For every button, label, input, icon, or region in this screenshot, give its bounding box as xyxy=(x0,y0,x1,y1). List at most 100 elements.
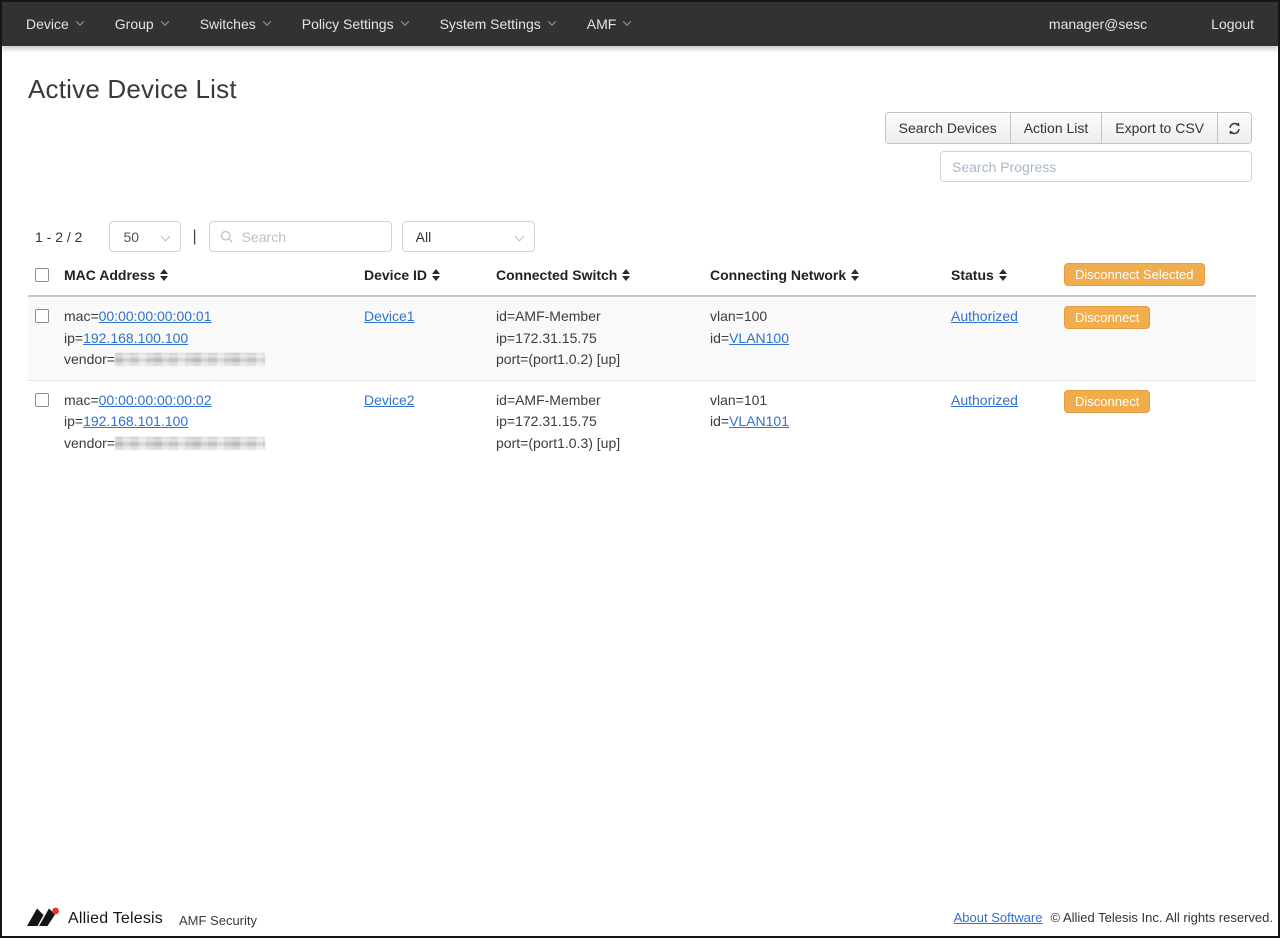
column-header-device-id[interactable]: Device ID xyxy=(364,258,496,296)
nav-item-group[interactable]: Group xyxy=(115,16,168,32)
nav-item-label: Group xyxy=(115,16,154,32)
sort-icon xyxy=(160,269,168,281)
logged-in-user: manager@sesc xyxy=(1049,16,1147,32)
chevron-down-icon xyxy=(76,17,84,25)
row-checkbox[interactable] xyxy=(35,309,49,323)
nav-item-system-settings[interactable]: System Settings xyxy=(440,16,555,32)
brand-name: Allied Telesis xyxy=(68,910,163,928)
mac-label: mac= xyxy=(64,392,99,408)
vendor-value-redacted xyxy=(115,353,265,366)
page-size-value: 50 xyxy=(123,229,139,245)
mac-address-cell: mac=00:00:00:00:00:01 ip=192.168.100.100… xyxy=(64,296,364,380)
chevron-down-icon xyxy=(514,232,524,242)
status-cell: Authorized xyxy=(951,380,1064,463)
column-header-status[interactable]: Status xyxy=(951,258,1064,296)
device-table: MAC Address Device ID Connected Switch C… xyxy=(28,258,1256,463)
column-label: Status xyxy=(951,267,994,283)
top-nav: Device Group Switches Policy Settings Sy… xyxy=(2,2,1278,46)
table-search-input[interactable] xyxy=(242,229,381,245)
toolbar-button-group: Search Devices Action List Export to CSV xyxy=(885,112,1252,144)
page-size-select[interactable]: 50 xyxy=(109,221,181,252)
mac-link[interactable]: 00:00:00:00:00:02 xyxy=(99,392,212,408)
device-id-cell: Device1 xyxy=(364,296,496,380)
toolbar: Search Devices Action List Export to CSV xyxy=(885,112,1252,182)
nav-item-device[interactable]: Device xyxy=(26,16,83,32)
table-header-row: MAC Address Device ID Connected Switch C… xyxy=(28,258,1256,296)
connecting-network-cell: vlan=100 id=VLAN100 xyxy=(710,296,951,380)
select-all-checkbox[interactable] xyxy=(35,268,49,282)
table-row: mac=00:00:00:00:00:01 ip=192.168.100.100… xyxy=(28,296,1256,380)
search-icon xyxy=(220,230,234,244)
search-devices-button[interactable]: Search Devices xyxy=(886,113,1011,143)
mac-label: mac= xyxy=(64,308,99,324)
disconnect-selected-button[interactable]: Disconnect Selected xyxy=(1064,263,1205,286)
switch-ip-value: 172.31.15.75 xyxy=(515,330,597,346)
main-content: Active Device List Search Devices Action… xyxy=(2,46,1278,900)
vlan-label: vlan= xyxy=(710,308,744,324)
nav-item-label: Switches xyxy=(200,16,256,32)
switch-port-value: (port1.0.3) [up] xyxy=(528,435,620,451)
switch-id-value: AMF-Member xyxy=(515,308,601,324)
row-checkbox[interactable] xyxy=(35,393,49,407)
action-cell: Disconnect xyxy=(1064,296,1256,380)
sort-icon xyxy=(999,269,1007,281)
chevron-down-icon xyxy=(623,17,631,25)
ip-label: ip= xyxy=(64,413,83,429)
vendor-value-redacted xyxy=(115,437,265,450)
column-label: Device ID xyxy=(364,267,427,283)
switch-ip-value: 172.31.15.75 xyxy=(515,413,597,429)
about-software-link[interactable]: About Software xyxy=(954,910,1043,925)
sort-icon xyxy=(432,269,440,281)
ip-link[interactable]: 192.168.101.100 xyxy=(83,413,188,429)
column-header-connected-switch[interactable]: Connected Switch xyxy=(496,258,710,296)
column-label: MAC Address xyxy=(64,267,155,283)
device-id-link[interactable]: Device1 xyxy=(364,308,415,324)
switch-ip-label: ip= xyxy=(496,413,515,429)
refresh-icon xyxy=(1227,121,1242,136)
device-id-cell: Device2 xyxy=(364,380,496,463)
switch-id-label: id= xyxy=(496,392,515,408)
pagination-range: 1 - 2 / 2 xyxy=(35,229,82,245)
allied-telesis-logo-icon xyxy=(26,906,60,928)
status-link[interactable]: Authorized xyxy=(951,392,1018,408)
nav-item-policy-settings[interactable]: Policy Settings xyxy=(302,16,408,32)
mac-address-cell: mac=00:00:00:00:00:02 ip=192.168.101.100… xyxy=(64,380,364,463)
network-id-label: id= xyxy=(710,413,729,429)
connecting-network-cell: vlan=101 id=VLAN101 xyxy=(710,380,951,463)
status-cell: Authorized xyxy=(951,296,1064,380)
device-id-link[interactable]: Device2 xyxy=(364,392,415,408)
logout-button[interactable]: Logout xyxy=(1211,16,1254,32)
nav-item-switches[interactable]: Switches xyxy=(200,16,270,32)
separator: | xyxy=(192,228,196,246)
mac-link[interactable]: 00:00:00:00:00:01 xyxy=(99,308,212,324)
footer: Allied Telesis AMF Security About Softwa… xyxy=(2,900,1278,936)
action-list-button[interactable]: Action List xyxy=(1011,113,1103,143)
disconnect-button[interactable]: Disconnect xyxy=(1064,306,1150,329)
switch-port-label: port= xyxy=(496,351,528,367)
network-id-link[interactable]: VLAN100 xyxy=(729,330,789,346)
search-progress-input[interactable] xyxy=(940,151,1252,182)
nav-item-label: System Settings xyxy=(440,16,541,32)
sort-icon xyxy=(851,269,859,281)
filter-select[interactable]: All xyxy=(402,221,535,252)
table-row: mac=00:00:00:00:00:02 ip=192.168.101.100… xyxy=(28,380,1256,463)
column-label: Connected Switch xyxy=(496,267,617,283)
refresh-button[interactable] xyxy=(1218,113,1251,143)
table-search-box xyxy=(209,221,392,252)
nav-item-label: Policy Settings xyxy=(302,16,394,32)
export-csv-button[interactable]: Export to CSV xyxy=(1102,113,1218,143)
column-label: Connecting Network xyxy=(710,267,846,283)
nav-item-amf[interactable]: AMF xyxy=(587,16,631,32)
ip-link[interactable]: 192.168.100.100 xyxy=(83,330,188,346)
status-link[interactable]: Authorized xyxy=(951,308,1018,324)
column-header-connecting-network[interactable]: Connecting Network xyxy=(710,258,951,296)
product-name: AMF Security xyxy=(179,913,257,928)
disconnect-button[interactable]: Disconnect xyxy=(1064,390,1150,413)
app-window: Device Group Switches Policy Settings Sy… xyxy=(0,0,1280,938)
column-header-mac-address[interactable]: MAC Address xyxy=(64,258,364,296)
network-id-link[interactable]: VLAN101 xyxy=(729,413,789,429)
switch-port-value: (port1.0.2) [up] xyxy=(528,351,620,367)
action-cell: Disconnect xyxy=(1064,380,1256,463)
brand-area: Allied Telesis AMF Security xyxy=(26,906,257,928)
filter-value: All xyxy=(416,229,432,245)
